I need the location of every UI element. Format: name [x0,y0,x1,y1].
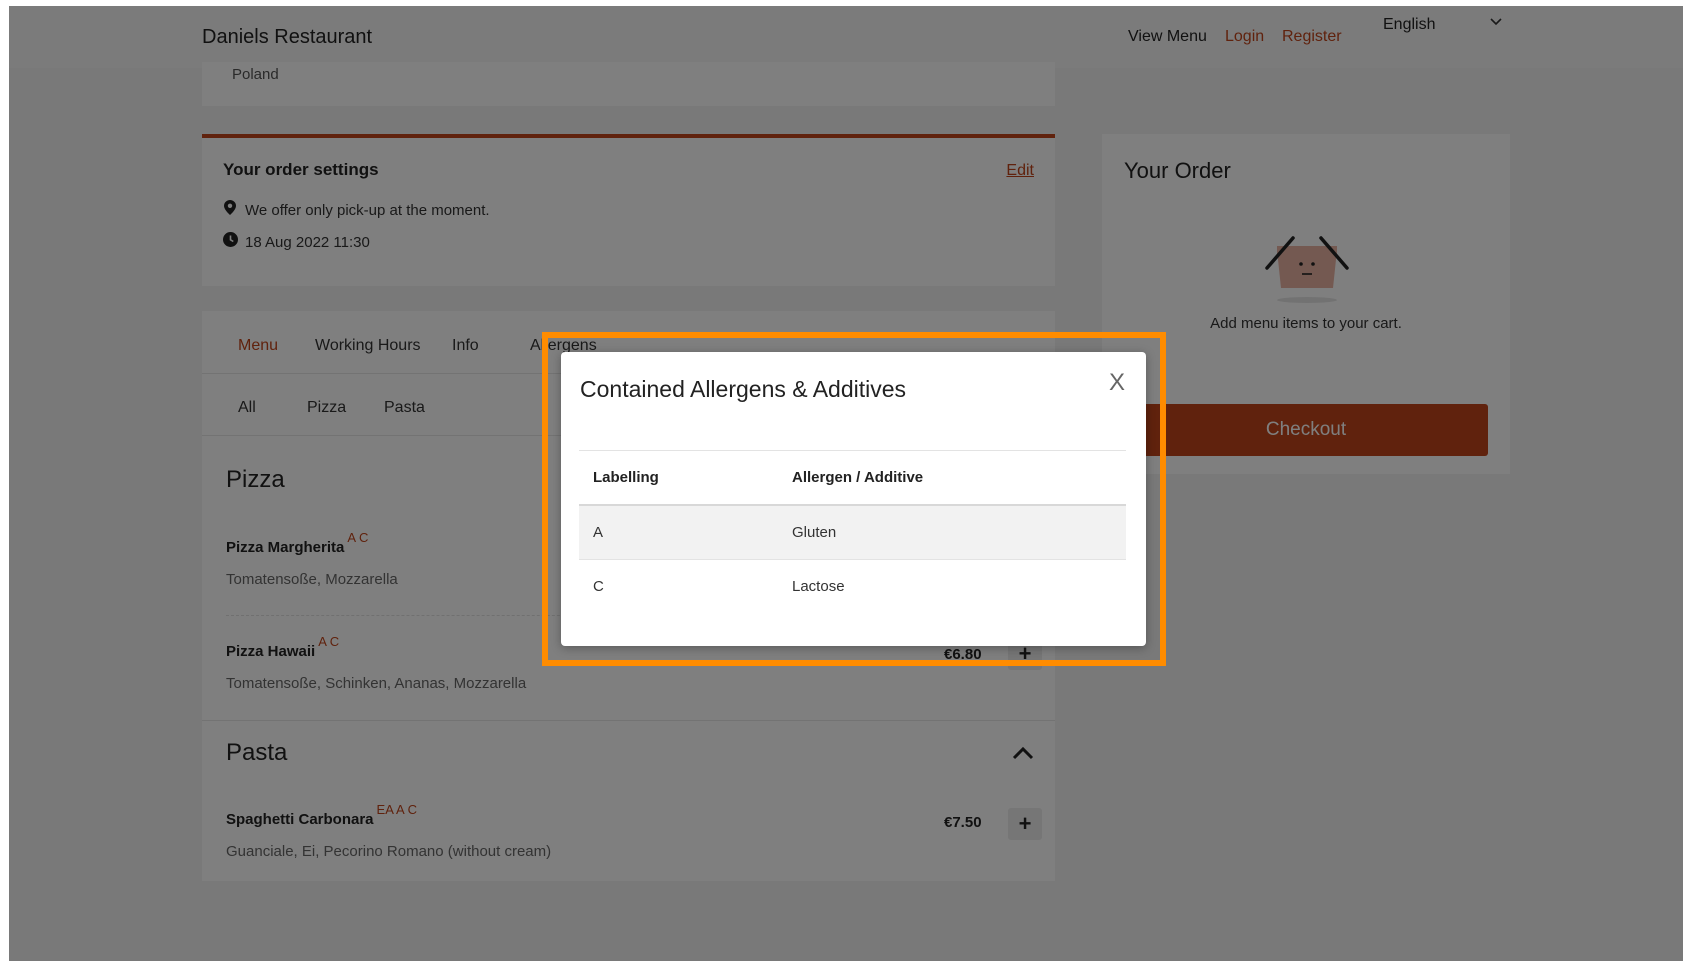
allergen-name: Lactose [792,578,845,595]
modal-title: Contained Allergens & Additives [580,376,907,402]
column-header-labelling: Labelling [579,451,778,506]
allergens-modal: Contained Allergens & Additives X Labell… [561,352,1146,646]
allergen-label: C [593,578,604,595]
allergens-table: Labelling Allergen / Additive A Gluten C… [579,451,1126,613]
table-row: C Lactose [579,560,1126,614]
column-header-allergen: Allergen / Additive [778,451,1126,506]
page: Daniels Restaurant View Menu Login Regis… [9,6,1683,961]
allergen-name: Gluten [778,505,1126,560]
allergen-label: A [579,505,778,560]
close-icon[interactable]: X [1109,369,1125,397]
table-row: A Gluten [579,505,1126,560]
